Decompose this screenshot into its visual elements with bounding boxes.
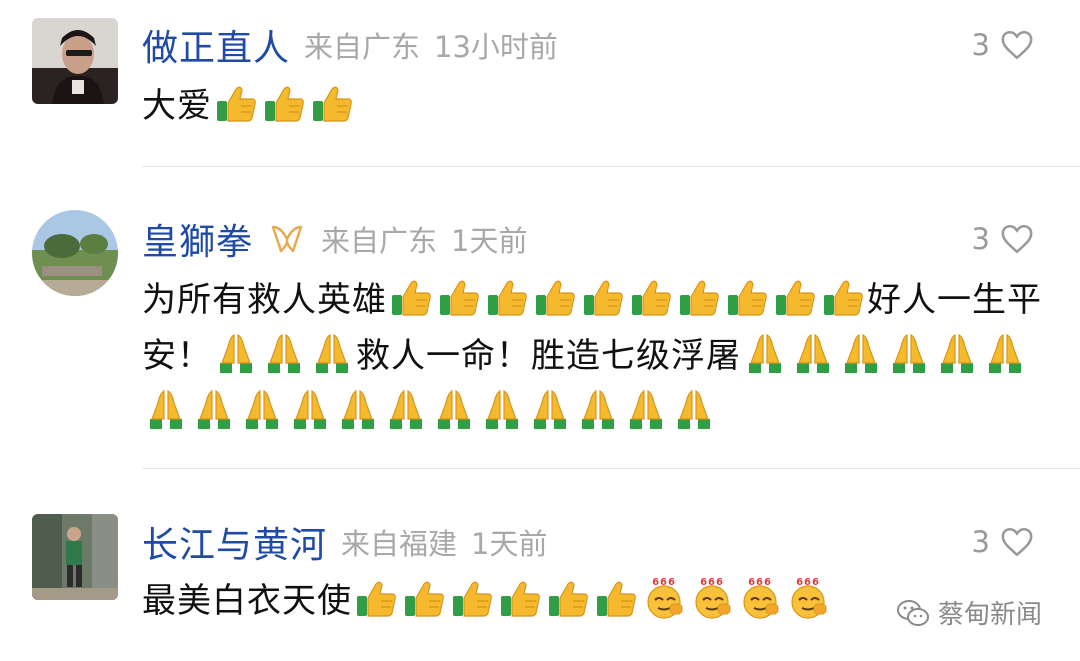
pray-icon [989,334,1021,373]
avatar[interactable] [32,18,118,104]
username[interactable]: 做正直人 [142,19,290,71]
like-button[interactable]: 3 [972,20,1034,70]
svg-text:666: 666 [748,577,772,588]
timestamp: 13小时前 [434,30,558,64]
six-six-six-face-icon: 666 [791,577,827,619]
thumbs-up-icon [488,280,527,316]
location: 来自广东 [321,224,438,258]
pray-icon [678,390,710,429]
thumbs-up-icon [680,280,719,316]
svg-text:666: 666 [652,577,676,588]
thumbs-up-icon [824,280,863,316]
wechat-icon [896,599,929,626]
thumbs-up-icon [440,280,479,316]
location: 来自广东 [304,30,421,64]
comment-text: 为所有救人英雄 好人一生平安！ 救人一命！胜造七级浮屠 [142,272,1042,440]
like-count: 3 [971,222,990,256]
watermark: 蔡甸新闻 [896,594,1042,631]
six-six-six-face-icon: 666 [743,577,779,619]
pray-icon [630,390,662,429]
like-count: 3 [971,525,990,559]
six-six-six-face-icon: 666 [695,577,731,619]
pray-icon [941,334,973,373]
thumbs-up-icon [453,581,492,617]
divider [142,468,1080,469]
pray-icon [749,334,781,373]
watermark-label: 蔡甸新闻 [937,600,1042,630]
comment-text-segment: 救人一命！胜造七级浮屠 [356,336,741,376]
timestamp: 1天前 [451,224,528,258]
pray-icon [582,390,614,429]
pray-icon [268,334,300,373]
pray-icon [220,334,252,373]
pray-icon [893,334,925,373]
pray-icon [294,390,326,429]
comment-text-segment: 最美白衣天使 [142,581,352,621]
pray-icon [486,390,518,429]
pray-icon [150,390,182,429]
thumbs-up-icon [265,86,304,122]
divider [142,166,1080,167]
thumbs-up-icon [597,581,636,617]
heart-icon[interactable] [1000,223,1034,255]
comment-text-content: 大爱 [142,86,212,126]
avatar[interactable] [32,210,118,296]
thumbs-up-icon [501,581,540,617]
heart-icon[interactable] [1000,526,1034,558]
thumbs-up-icon [392,280,431,316]
pray-icon [316,334,348,373]
pray-icon [534,390,566,429]
thumbs-up-icon [584,280,623,316]
pray-icon [438,390,470,429]
svg-text:666: 666 [700,577,724,588]
thumbs-up-icon [536,280,575,316]
thumbs-up-icon [776,280,815,316]
thumbs-up-icon [632,280,671,316]
timestamp: 1天前 [471,527,548,561]
pray-icon [797,334,829,373]
username[interactable]: 皇獅拳 [142,213,253,265]
svg-text:666: 666 [796,577,820,588]
comment-text: 大爱 [142,78,1042,134]
pray-icon [198,390,230,429]
pray-icon [342,390,374,429]
location: 来自福建 [341,527,458,561]
thumbs-up-icon [313,86,352,122]
vip-badge-icon [271,225,303,253]
pray-icon [845,334,877,373]
thumbs-up-icon [217,86,256,122]
pray-icon [246,390,278,429]
like-button[interactable]: 3 [972,214,1034,264]
thumbs-up-icon [728,280,767,316]
avatar[interactable] [32,514,118,600]
like-count: 3 [971,28,990,62]
like-button[interactable]: 3 [972,517,1034,567]
thumbs-up-icon [405,581,444,617]
pray-icon [390,390,422,429]
thumbs-up-icon [549,581,588,617]
six-six-six-face-icon: 666 [647,577,683,619]
username[interactable]: 长江与黄河 [142,516,327,568]
thumbs-up-icon [357,581,396,617]
comment-text-segment: 为所有救人英雄 [142,280,387,320]
heart-icon[interactable] [1000,29,1034,61]
